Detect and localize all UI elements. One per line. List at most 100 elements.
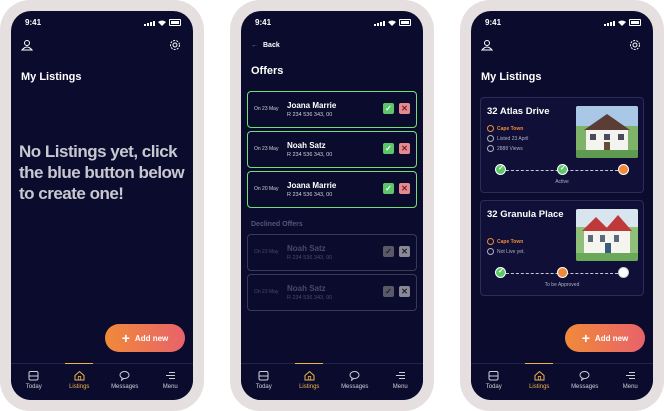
listing-card[interactable]: 32 Granula Place Cape Town Not Live yet. (480, 200, 644, 296)
menu-icon (165, 372, 175, 379)
phone-offers: 9:41 ← Back Offers On 23 May Joana Marri… (230, 0, 434, 411)
signal-icon (374, 21, 385, 26)
clock-icon (487, 248, 494, 255)
tab-menu[interactable]: Menu (380, 364, 420, 400)
status-time: 9:41 (25, 18, 42, 27)
phone-empty-listings: 9:41 My Listings No Listings yet, click … (0, 0, 204, 411)
declined-offers-heading: Declined Offers (251, 221, 303, 228)
listing-progress (495, 164, 629, 176)
tab-label: Listings (69, 384, 90, 390)
settings-gear-icon[interactable] (629, 39, 641, 51)
tab-bar: Today Listings Messages Menu (471, 363, 653, 400)
progress-step-done (495, 164, 506, 175)
declined-offer-card[interactable]: On 23 May Noah Satz R 234 536 343, 00 ✓ … (247, 274, 417, 311)
offer-card[interactable]: On 20 May Joana Marrie R 234 536 343, 00… (247, 171, 417, 208)
accept-check-icon[interactable]: ✓ (383, 183, 394, 194)
accept-check-icon[interactable]: ✓ (383, 286, 394, 297)
listing-location: Cape Town (487, 238, 523, 245)
declined-offer-card[interactable]: On 23 May Noah Satz R 234 536 343, 00 ✓ … (247, 234, 417, 271)
chat-icon (579, 371, 590, 381)
tab-menu[interactable]: Menu (150, 364, 190, 400)
add-new-button[interactable]: + Add new (565, 324, 645, 352)
offer-card[interactable]: On 23 May Noah Satz R 234 536 343, 00 ✓ … (247, 131, 417, 168)
tab-label: Today (485, 384, 502, 390)
add-new-button[interactable]: + Add new (105, 324, 185, 352)
decline-x-icon[interactable]: ✕ (399, 246, 410, 257)
tab-today[interactable]: Today (14, 364, 54, 400)
back-button[interactable]: ← Back (251, 42, 280, 49)
listing-title: 32 Granula Place (487, 209, 564, 220)
signal-icon (604, 21, 615, 26)
offer-name: Noah Satz (287, 284, 326, 293)
listing-progress (495, 267, 629, 279)
back-label: Back (263, 42, 280, 49)
plus-icon: + (121, 330, 130, 346)
menu-icon (395, 372, 405, 379)
location-pin-icon (487, 238, 494, 245)
accept-check-icon[interactable]: ✓ (383, 103, 394, 114)
screen: 9:41 My Listings 32 Atlas Drive Cape Tow… (471, 11, 653, 400)
offer-date: On 20 May (254, 186, 279, 192)
listing-card[interactable]: 32 Atlas Drive Cape Town Listed 23 April… (480, 97, 644, 193)
house-photo (576, 106, 638, 158)
location-text: Cape Town (497, 125, 524, 132)
tab-label: Messages (571, 384, 599, 390)
tab-today[interactable]: Today (474, 364, 514, 400)
tab-messages[interactable]: Messages (105, 364, 145, 400)
wifi-icon (158, 20, 166, 26)
offer-date: On 23 May (254, 289, 279, 295)
chat-icon (119, 371, 130, 381)
wifi-icon (618, 20, 626, 26)
offer-name: Joana Marrie (287, 101, 337, 110)
tab-listings[interactable]: Listings (519, 363, 559, 400)
calendar-icon (28, 371, 39, 381)
page-title: My Listings (21, 71, 82, 83)
tab-listings[interactable]: Listings (289, 363, 329, 400)
offer-date: On 23 May (254, 249, 279, 255)
status-time: 9:41 (255, 18, 272, 27)
accept-check-icon[interactable]: ✓ (383, 246, 394, 257)
page-title: Offers (251, 65, 284, 77)
tab-label: Today (25, 384, 42, 390)
listing-stage: Active (555, 179, 569, 185)
decline-x-icon[interactable]: ✕ (399, 286, 410, 297)
status-icons (144, 19, 181, 26)
tab-label: Listings (299, 384, 320, 390)
status-bar: 9:41 (471, 11, 653, 33)
screen: 9:41 My Listings No Listings yet, click … (11, 11, 193, 400)
offer-name: Noah Satz (287, 244, 326, 253)
decline-x-icon[interactable]: ✕ (399, 103, 410, 114)
profile-icon[interactable] (481, 39, 493, 51)
listing-date: Not Live yet. (487, 248, 525, 255)
battery-icon (629, 19, 641, 26)
calendar-icon (488, 371, 499, 381)
tab-listings[interactable]: Listings (59, 363, 99, 400)
tab-label: Listings (529, 384, 550, 390)
arrow-left-icon: ← (251, 42, 258, 49)
profile-icon[interactable] (21, 39, 33, 51)
tab-menu[interactable]: Menu (610, 364, 650, 400)
tab-label: Today (255, 384, 272, 390)
decline-x-icon[interactable]: ✕ (399, 183, 410, 194)
menu-icon (625, 372, 635, 379)
add-new-label: Add new (594, 333, 629, 343)
screen: 9:41 ← Back Offers On 23 May Joana Marri… (241, 11, 423, 400)
offer-card[interactable]: On 23 May Joana Marrie R 234 536 343, 00… (247, 91, 417, 128)
tab-messages[interactable]: Messages (565, 364, 605, 400)
accept-check-icon[interactable]: ✓ (383, 143, 394, 154)
tab-label: Messages (111, 384, 139, 390)
progress-step-done (495, 267, 506, 278)
home-icon (74, 370, 85, 381)
settings-gear-icon[interactable] (169, 39, 181, 51)
views-text: 2888 Views (497, 145, 523, 152)
phone-my-listings: 9:41 My Listings 32 Atlas Drive Cape Tow… (460, 0, 664, 411)
page-title: My Listings (481, 71, 542, 83)
listing-views: 2888 Views (487, 145, 523, 152)
tab-messages[interactable]: Messages (335, 364, 375, 400)
location-text: Cape Town (497, 238, 524, 245)
offer-amount: R 234 536 343, 00 (287, 255, 333, 261)
decline-x-icon[interactable]: ✕ (399, 143, 410, 154)
progress-step-done (557, 164, 568, 175)
add-new-label: Add new (134, 333, 169, 343)
tab-today[interactable]: Today (244, 364, 284, 400)
